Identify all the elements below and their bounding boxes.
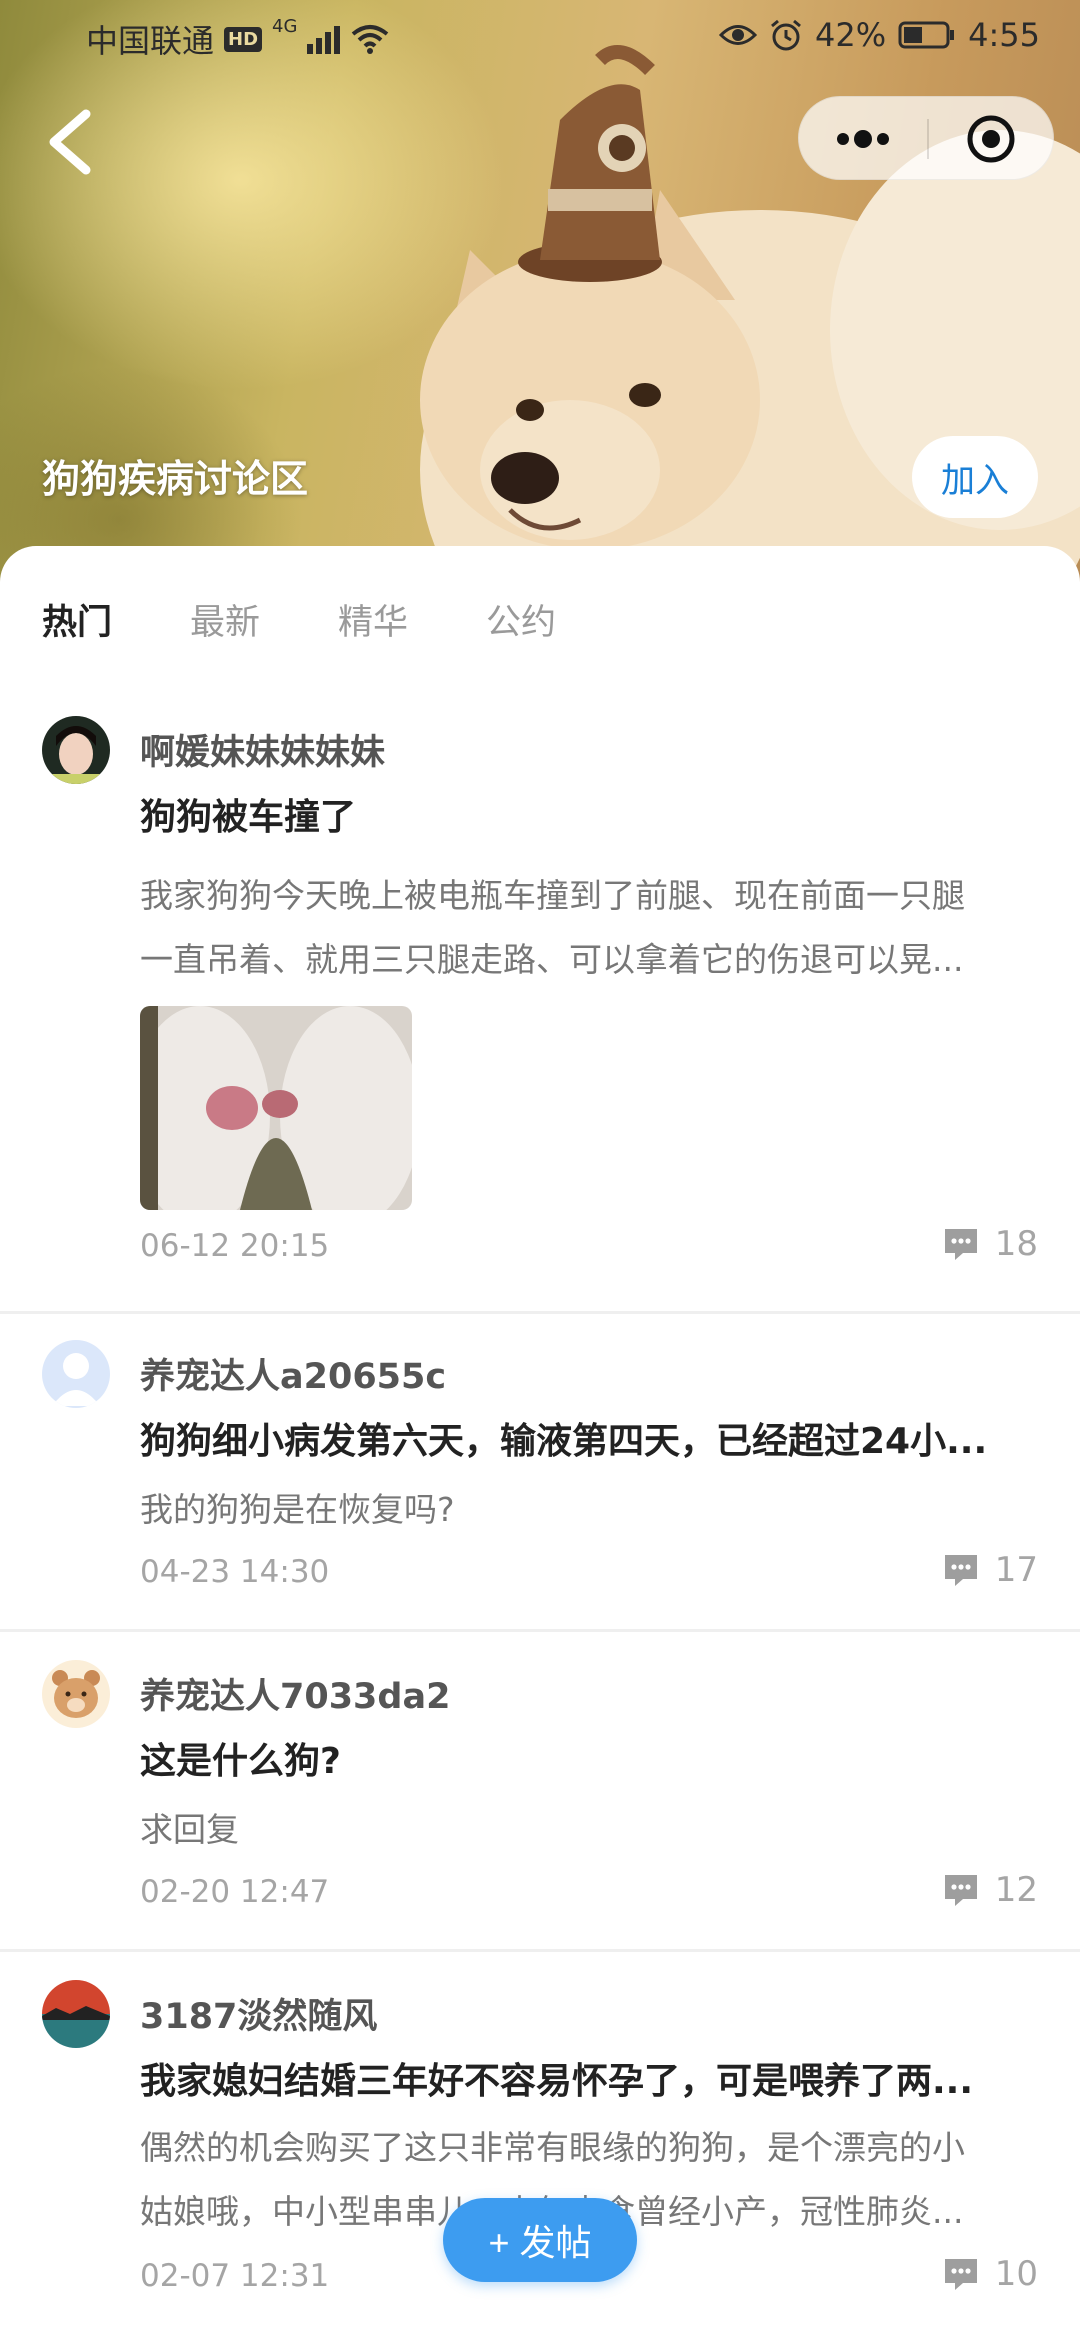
comment-icon (944, 2259, 977, 2290)
carrier-label: 中国联通 (86, 22, 215, 60)
comment-count[interactable]: 17 (941, 1550, 1038, 1590)
post-item[interactable]: 啊媛妹妹妹妹妹 狗狗被车撞了 我家狗狗今天晚上被电瓶车撞到了前腿、现在前面一只腿… (0, 716, 1080, 1314)
status-bar: 中国联通 HD 4G 42% 4:55 (0, 0, 1080, 72)
network-label: 4G (272, 16, 298, 37)
post-thumbnail[interactable] (140, 1006, 412, 1210)
post-excerpt-line: 我的狗狗是在恢复吗? (140, 1490, 455, 1529)
comment-icon (944, 1555, 977, 1586)
tab-hot[interactable]: 热门 (42, 594, 112, 645)
miniprogram-capsule (798, 96, 1054, 180)
chevron-left-icon (49, 109, 91, 175)
post-excerpt: 我的狗狗是在恢复吗? (140, 1478, 1040, 1542)
post-excerpt-line: 一直吊着、就用三只腿走路、可以拿着它的伤退可以晃... (140, 940, 964, 979)
post-date: 02-07 12:31 (140, 2258, 330, 2294)
group-title: 狗狗疾病讨论区 (42, 457, 309, 501)
clock-time: 4:55 (968, 16, 1040, 54)
post-excerpt: 求回复 (140, 1798, 1040, 1862)
post-title: 我家媳妇结婚三年好不容易怀孕了，可是喂养了两... (140, 2061, 974, 2102)
post-excerpt-line: 我家狗狗今天晚上被电瓶车撞到了前腿、现在前面一只腿 (140, 876, 965, 915)
comment-count-value: 10 (994, 2254, 1038, 2294)
post-author[interactable]: 养宠达人a20655c (140, 1348, 446, 1399)
bear-avatar-image (42, 1660, 110, 1728)
comment-count[interactable]: 10 (941, 2254, 1038, 2294)
tab-latest[interactable]: 最新 (190, 594, 260, 645)
avatar[interactable] (42, 1660, 110, 1728)
more-dots-icon (837, 130, 889, 148)
group-banner: 中国联通 HD 4G 42% 4:55 狗狗疾病讨论区 加入 (0, 0, 1080, 600)
back-button[interactable] (36, 100, 106, 180)
post-author[interactable]: 养宠达人7033da2 (140, 1668, 450, 1719)
tab-rules[interactable]: 公约 (486, 594, 556, 645)
tab-featured[interactable]: 精华 (338, 594, 408, 645)
target-close-icon (967, 115, 1015, 163)
comment-icon (944, 1875, 977, 1906)
post-title: 这是什么狗? (140, 1741, 341, 1782)
post-excerpt-line: 偶然的机会购买了这只非常有眼缘的狗狗，是个漂亮的小 (140, 2128, 965, 2167)
post-date: 06-12 20:15 (140, 1228, 330, 1264)
post-author[interactable]: 啊媛妹妹妹妹妹 (140, 724, 385, 775)
battery-percent: 42% (815, 16, 887, 54)
post-photo-image (140, 1006, 412, 1210)
join-button[interactable]: 加入 (912, 436, 1038, 518)
app-root: 中国联通 HD 4G 42% 4:55 狗狗疾病讨论区 加入 热门 最新 精华 … (0, 0, 1080, 2340)
sunset-avatar-image (42, 1980, 110, 2048)
post-excerpt-line: 求回复 (140, 1810, 239, 1849)
avatar[interactable] (42, 716, 110, 784)
banner-dog-image (420, 45, 1080, 600)
post-author[interactable]: 3187淡然随风 (140, 1988, 377, 2039)
post-item[interactable]: 养宠达人7033da2 这是什么狗? 求回复 02-20 12:47 12 (0, 1632, 1080, 1952)
post-title: 狗狗被车撞了 (140, 797, 357, 838)
close-miniprogram-button[interactable] (929, 97, 1055, 181)
comment-icon (944, 1229, 977, 1260)
signal-icon (307, 26, 341, 54)
tab-bar: 热门 最新 精华 公约 (42, 594, 556, 645)
post-date: 02-20 12:47 (140, 1874, 330, 1910)
new-post-button[interactable]: + 发帖 (443, 2198, 637, 2282)
more-button[interactable] (799, 97, 927, 181)
hd-badge: HD (224, 26, 263, 52)
alarm-icon (771, 19, 801, 51)
comment-count-value: 12 (994, 1870, 1038, 1910)
wifi-icon (352, 25, 389, 54)
post-date: 04-23 14:30 (140, 1554, 330, 1590)
battery-icon (898, 21, 955, 49)
comment-count-value: 18 (994, 1224, 1038, 1264)
user-avatar-image (42, 716, 110, 784)
comment-count[interactable]: 18 (941, 1224, 1038, 1264)
post-title: 狗狗细小病发第六天，输液第四天，已经超过24小... (140, 1421, 988, 1462)
avatar[interactable] (42, 1340, 110, 1408)
post-item[interactable]: 养宠达人a20655c 狗狗细小病发第六天，输液第四天，已经超过24小... 我… (0, 1314, 1080, 1632)
comment-count-value: 17 (994, 1550, 1038, 1590)
comment-count[interactable]: 12 (941, 1870, 1038, 1910)
post-excerpt: 我家狗狗今天晚上被电瓶车撞到了前腿、现在前面一只腿 一直吊着、就用三只腿走路、可… (140, 864, 1040, 992)
default-avatar-image (42, 1340, 110, 1408)
eye-icon (719, 25, 758, 45)
avatar[interactable] (42, 1980, 110, 2048)
